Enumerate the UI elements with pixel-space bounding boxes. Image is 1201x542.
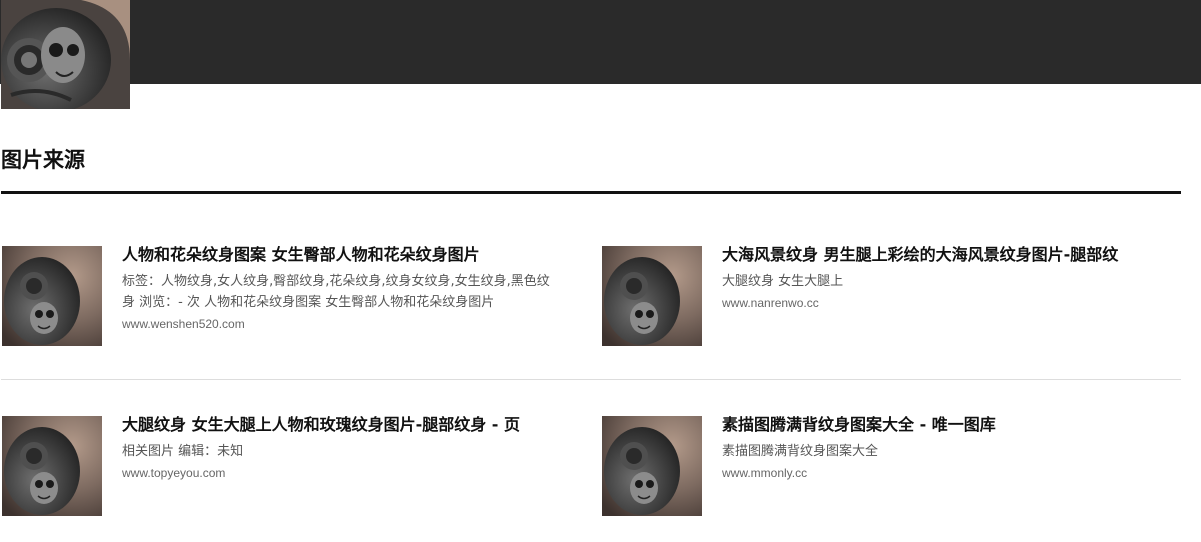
result-title-link[interactable]: 大海风景纹身 男生腿上彩绘的大海风景纹身图片-腿部纹 <box>722 246 1162 264</box>
result-card[interactable]: 大腿纹身 女生大腿上人物和玫瑰纹身图片-腿部纹身 - 页 相关图片 编辑：未知 … <box>2 416 562 516</box>
result-description: 标签：人物纹身,女人纹身,臀部纹身,花朵纹身,纹身女纹身,女生纹身,黑色纹身 浏… <box>122 274 550 310</box>
result-description: 素描图腾满背纹身图案大全 <box>722 444 879 459</box>
tattoo-image-main[interactable] <box>1 0 130 109</box>
result-domain: www.nanrenwo.cc <box>722 296 819 310</box>
result-domain: www.wenshen520.com <box>122 317 245 331</box>
result-card[interactable]: 人物和花朵纹身图案 女生臀部人物和花朵纹身图片 标签：人物纹身,女人纹身,臀部纹… <box>2 246 562 346</box>
result-thumbnail[interactable] <box>2 416 102 516</box>
result-thumbnail[interactable] <box>602 246 702 346</box>
title-divider <box>1 191 1181 194</box>
result-title-link[interactable]: 素描图腾满背纹身图案大全 - 唯一图库 <box>722 416 1162 434</box>
result-title-link[interactable]: 人物和花朵纹身图案 女生臀部人物和花朵纹身图片 <box>122 246 562 264</box>
result-title-link[interactable]: 大腿纹身 女生大腿上人物和玫瑰纹身图片-腿部纹身 - 页 <box>122 416 562 434</box>
result-card[interactable]: 素描图腾满背纹身图案大全 - 唯一图库 素描图腾满背纹身图案大全 www.mmo… <box>602 416 1162 516</box>
result-thumbnail[interactable] <box>2 246 102 346</box>
result-description: 大腿纹身 女生大腿上 <box>722 274 844 289</box>
result-card[interactable]: 大海风景纹身 男生腿上彩绘的大海风景纹身图片-腿部纹 大腿纹身 女生大腿上 ww… <box>602 246 1162 346</box>
top-banner <box>0 0 1201 84</box>
result-description: 相关图片 编辑：未知 <box>122 444 244 459</box>
row-divider <box>1 379 1181 380</box>
result-domain: www.topyeyou.com <box>122 466 226 480</box>
result-domain: www.mmonly.cc <box>722 466 808 480</box>
result-thumbnail[interactable] <box>602 416 702 516</box>
section-title: 图片来源 <box>1 148 85 172</box>
